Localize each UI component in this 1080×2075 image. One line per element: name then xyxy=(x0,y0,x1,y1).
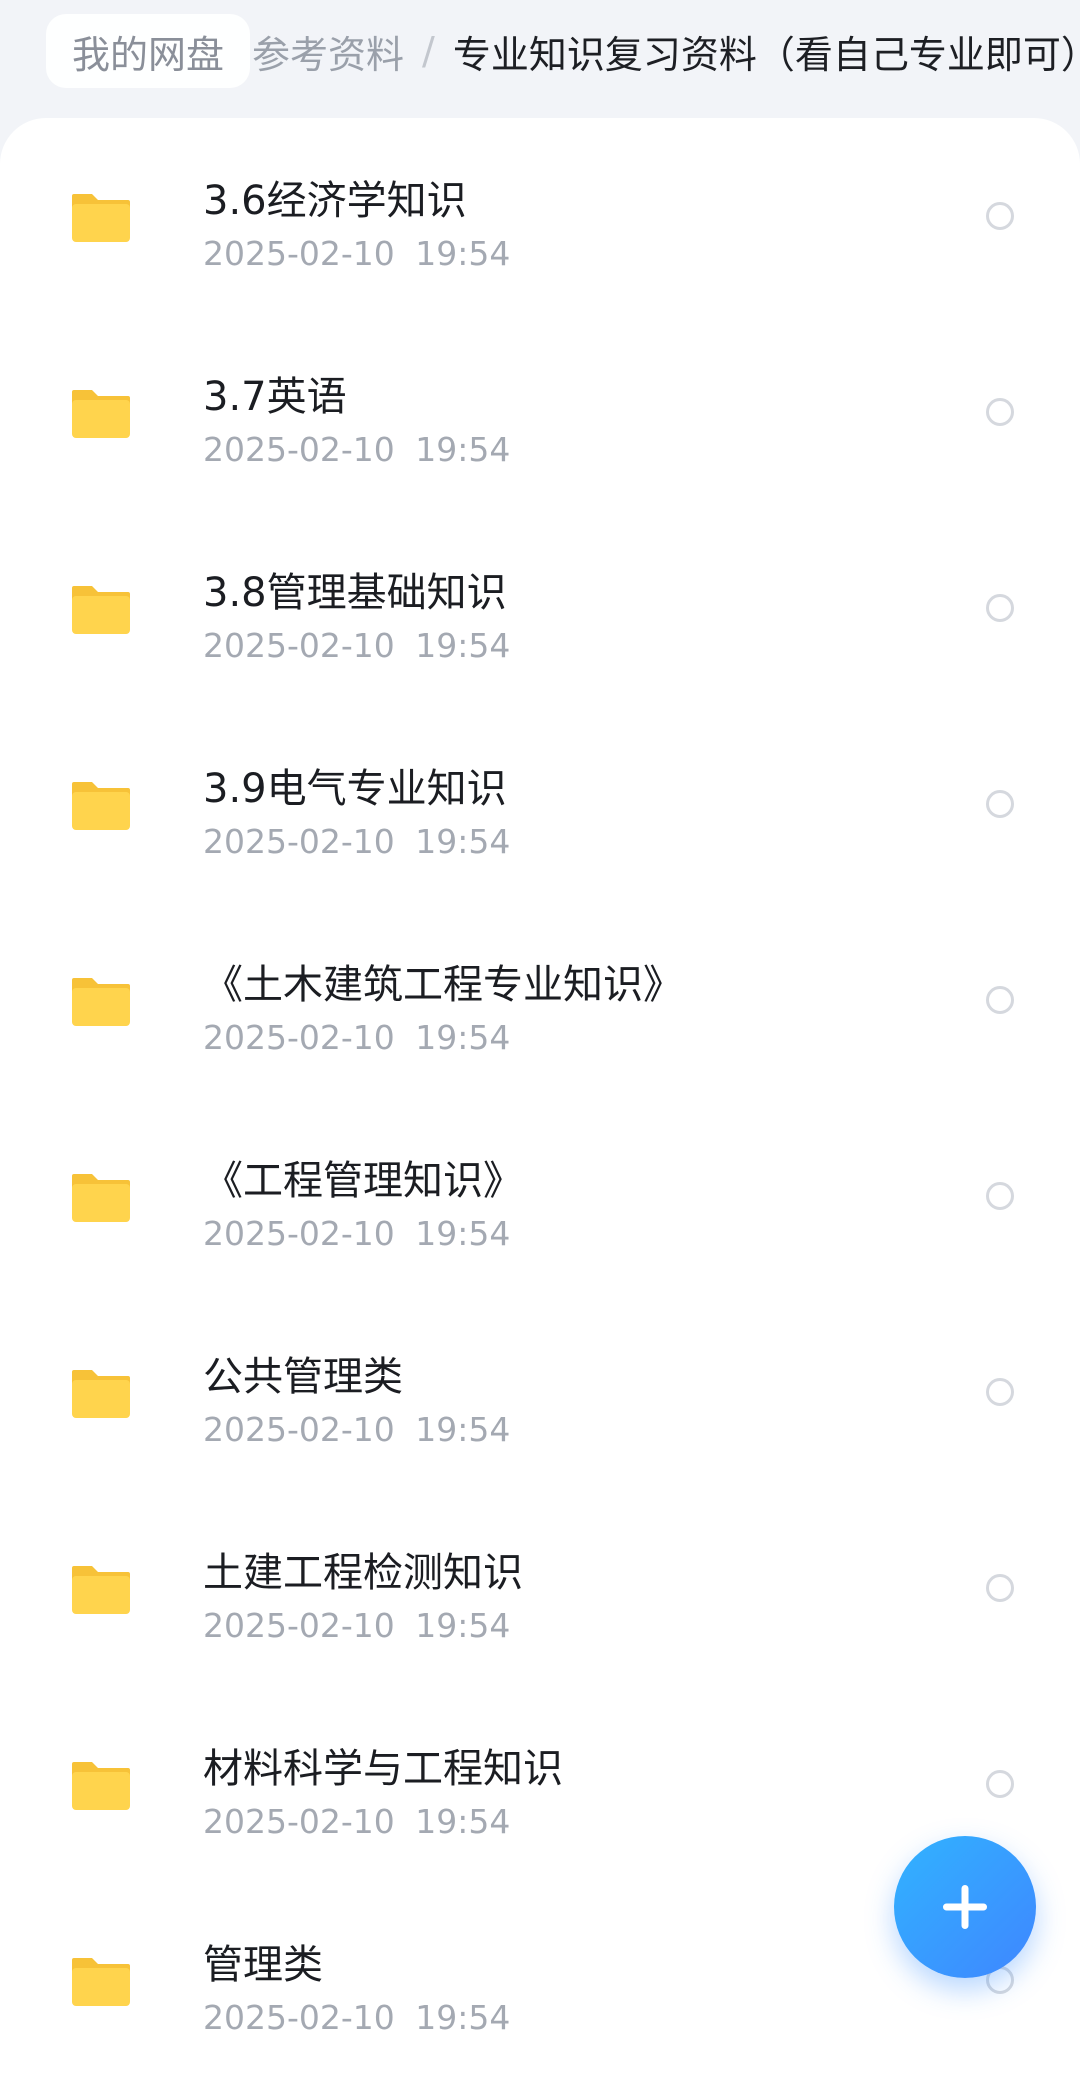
item-time: 2025-02-10 19:54 xyxy=(203,822,511,861)
select-radio[interactable] xyxy=(986,1182,1014,1210)
folder-icon xyxy=(72,1762,130,1810)
item-time: 2025-02-10 19:54 xyxy=(203,430,511,469)
breadcrumb-separator: / xyxy=(422,29,435,73)
item-name: 3.7英语 xyxy=(203,374,347,420)
list-item[interactable]: 3.7英语 2025-02-10 19:54 xyxy=(0,314,1080,510)
list-item[interactable]: 《土木建筑工程专业知识》 2025-02-10 19:54 xyxy=(0,902,1080,1098)
item-name: 材料科学与工程知识 xyxy=(203,1746,563,1792)
folder-icon xyxy=(72,390,130,438)
item-name: 3.6经济学知识 xyxy=(203,178,467,224)
select-radio[interactable] xyxy=(986,398,1014,426)
select-radio[interactable] xyxy=(986,202,1014,230)
select-radio[interactable] xyxy=(986,1770,1014,1798)
item-time: 2025-02-10 19:54 xyxy=(203,626,511,665)
item-time: 2025-02-10 19:54 xyxy=(203,1018,511,1057)
plus-icon xyxy=(943,1885,987,1929)
breadcrumb-root-my-drive[interactable]: 我的网盘 xyxy=(46,14,251,88)
folder-icon xyxy=(72,1174,130,1222)
folder-icon xyxy=(72,782,130,830)
item-time: 2025-02-10 19:54 xyxy=(203,1802,511,1841)
select-radio[interactable] xyxy=(986,594,1014,622)
file-browser-page: 参考资料 / 专业知识复习资料（看自己专业即可） 我的网盘 3.6经济学知识 2… xyxy=(0,0,1080,2075)
item-time: 2025-02-10 19:54 xyxy=(203,1410,511,1449)
breadcrumb-item-reference[interactable]: 参考资料 xyxy=(252,24,404,79)
file-list: 3.6经济学知识 2025-02-10 19:54 3.7英语 2025-02-… xyxy=(0,118,1080,2075)
list-item[interactable]: 3.8管理基础知识 2025-02-10 19:54 xyxy=(0,510,1080,706)
folder-icon xyxy=(72,978,130,1026)
select-radio[interactable] xyxy=(986,1378,1014,1406)
item-time: 2025-02-10 19:54 xyxy=(203,234,511,273)
breadcrumb: 参考资料 / 专业知识复习资料（看自己专业即可） 我的网盘 xyxy=(0,0,1080,112)
breadcrumb-current-folder: 专业知识复习资料（看自己专业即可） xyxy=(452,32,1080,77)
list-item[interactable]: 《工程管理知识》 2025-02-10 19:54 xyxy=(0,1098,1080,1294)
item-time: 2025-02-10 19:54 xyxy=(203,1606,511,1645)
item-name: 3.9电气专业知识 xyxy=(203,766,507,812)
item-name: 《土木建筑工程专业知识》 xyxy=(203,962,683,1008)
list-item[interactable]: 3.6经济学知识 2025-02-10 19:54 xyxy=(0,118,1080,314)
item-name: 3.8管理基础知识 xyxy=(203,570,507,616)
list-item[interactable]: 公共管理类 2025-02-10 19:54 xyxy=(0,1294,1080,1490)
folder-icon xyxy=(72,194,130,242)
item-name: 管理类 xyxy=(203,1942,323,1988)
item-name: 公共管理类 xyxy=(203,1354,403,1400)
select-radio[interactable] xyxy=(986,986,1014,1014)
breadcrumb-root-label: 我的网盘 xyxy=(72,32,225,77)
list-item[interactable]: 3.9电气专业知识 2025-02-10 19:54 xyxy=(0,706,1080,902)
item-name: 土建工程检测知识 xyxy=(203,1550,523,1596)
folder-icon xyxy=(72,1958,130,2006)
select-radio[interactable] xyxy=(986,1574,1014,1602)
item-time: 2025-02-10 19:54 xyxy=(203,1214,511,1253)
folder-icon xyxy=(72,1566,130,1614)
list-item[interactable]: 土建工程检测知识 2025-02-10 19:54 xyxy=(0,1490,1080,1686)
folder-icon xyxy=(72,586,130,634)
add-button[interactable] xyxy=(894,1836,1036,1978)
item-time: 2025-02-10 19:54 xyxy=(203,1998,511,2037)
select-radio[interactable] xyxy=(986,790,1014,818)
item-name: 《工程管理知识》 xyxy=(203,1158,523,1204)
breadcrumb-trail: 参考资料 / 专业知识复习资料（看自己专业即可） xyxy=(252,14,1080,88)
folder-icon xyxy=(72,1370,130,1418)
